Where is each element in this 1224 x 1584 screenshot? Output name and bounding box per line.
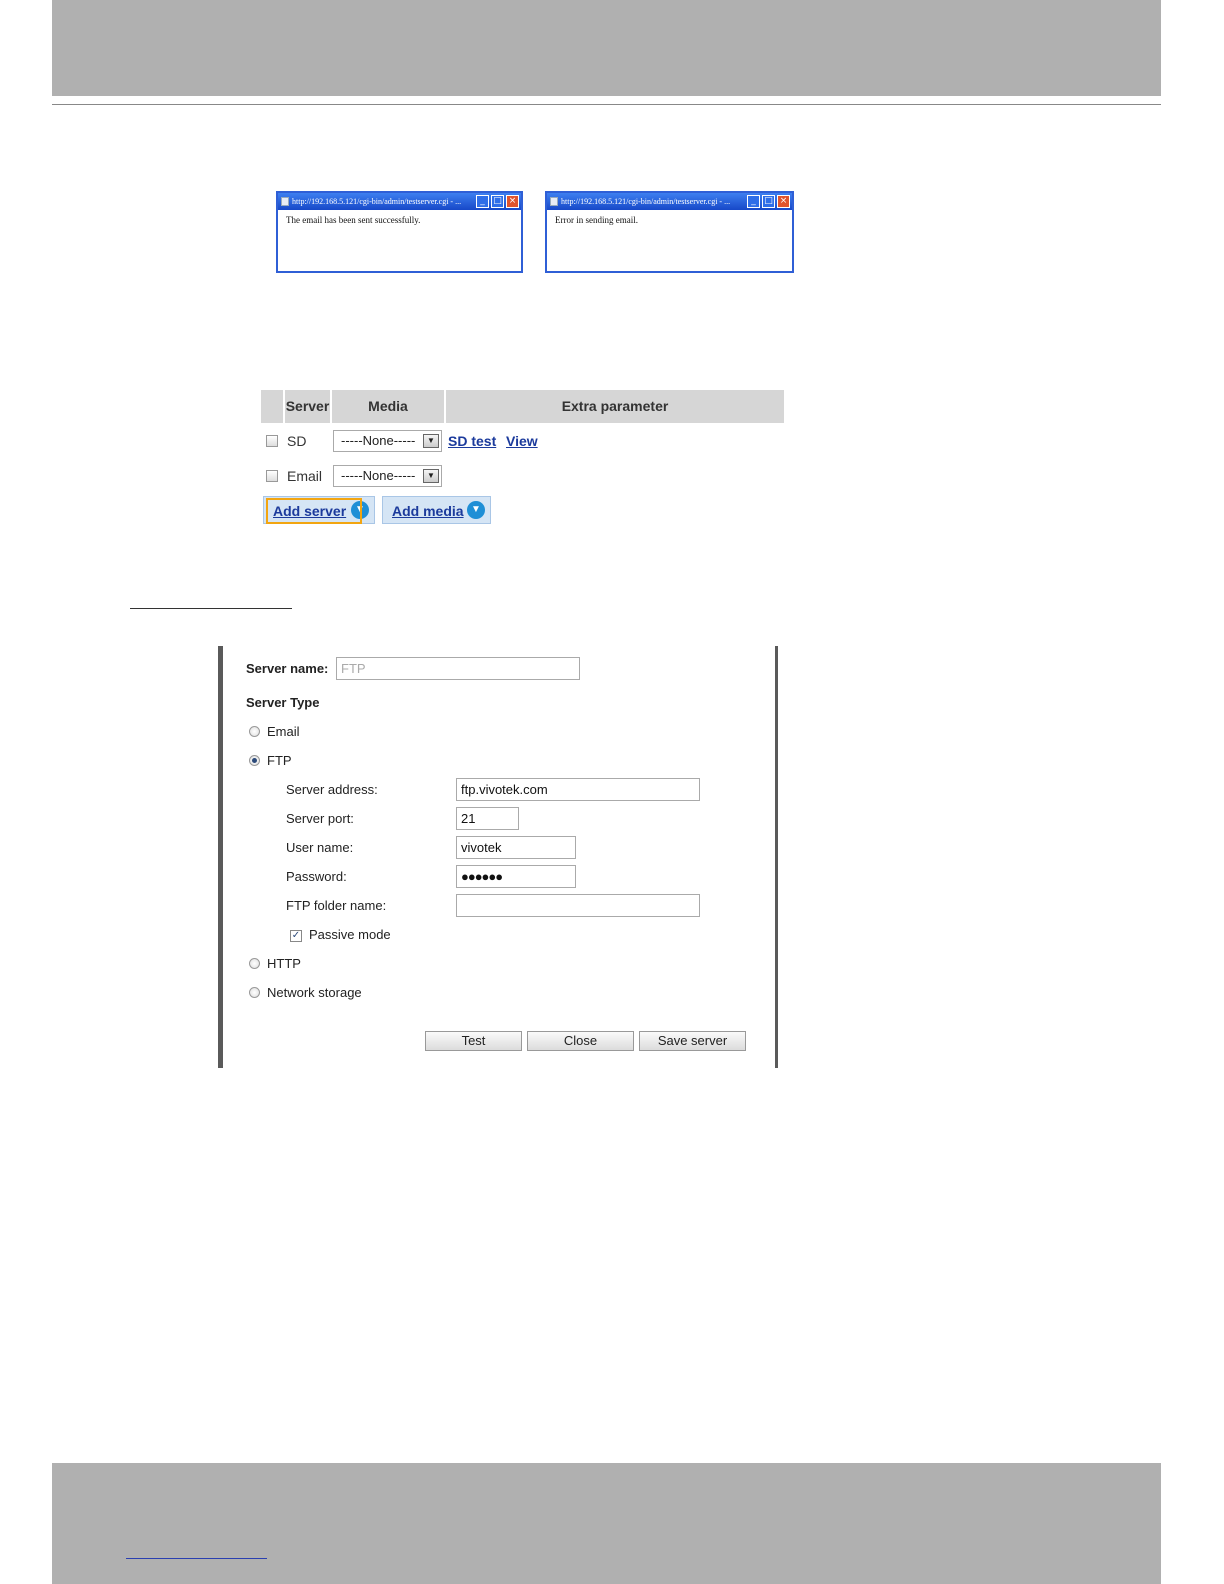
ftp-radio[interactable]	[249, 755, 260, 766]
email-radio[interactable]	[249, 726, 260, 737]
select-value: -----None-----	[341, 433, 416, 448]
header-rule	[52, 104, 1161, 105]
close-button[interactable]: Close	[527, 1031, 634, 1051]
passive-mode-label: Passive mode	[309, 927, 391, 942]
table-header: Server Media Extra parameter	[261, 390, 784, 423]
save-server-button[interactable]: Save server	[639, 1031, 746, 1051]
add-media-button[interactable]: Add media ▼	[382, 496, 491, 524]
popup-message: The email has been sent successfully.	[286, 215, 421, 225]
expand-down-icon: ▼	[467, 501, 485, 519]
server-table: Server Media Extra parameter	[261, 390, 784, 423]
header-band	[52, 0, 1161, 96]
user-name-label: User name:	[286, 840, 354, 855]
server-name-input[interactable]: FTP	[336, 657, 580, 680]
ftp-folder-input[interactable]	[456, 894, 700, 917]
http-radio-label: HTTP	[267, 956, 301, 971]
popup-title: http://192.168.5.121/cgi-bin/admin/tests…	[561, 197, 731, 206]
network-storage-radio-label: Network storage	[267, 985, 362, 1000]
server-name-label: Server name:	[246, 661, 329, 676]
close-icon[interactable]: ×	[506, 195, 519, 208]
http-radio[interactable]	[249, 958, 260, 969]
test-button[interactable]: Test	[425, 1031, 522, 1051]
email-radio-label: Email	[267, 724, 300, 739]
ftp-folder-label: FTP folder name:	[286, 898, 387, 913]
email-media-select[interactable]: -----None----- ▼	[333, 465, 442, 487]
view-link[interactable]: View	[506, 433, 538, 449]
passive-mode-checkbox[interactable]: ✓	[290, 930, 302, 942]
server-type-heading: Server Type	[246, 695, 320, 710]
user-name-input[interactable]: vivotek	[456, 836, 576, 859]
browser-icon	[281, 197, 289, 206]
section-heading-underline	[130, 608, 292, 609]
server-port-label: Server port:	[286, 811, 354, 826]
maximize-icon[interactable]: □	[762, 195, 775, 208]
server-settings-dialog: Server name: FTP Server Type Email FTP S…	[218, 646, 778, 1068]
password-label: Password:	[286, 869, 347, 884]
add-media-label: Add media	[392, 503, 464, 519]
chevron-down-icon[interactable]: ▼	[423, 434, 439, 448]
server-email-label: Email	[287, 468, 323, 484]
footer-link-underline[interactable]	[126, 1558, 267, 1559]
popup-titlebar[interactable]: http://192.168.5.121/cgi-bin/admin/tests…	[547, 193, 792, 210]
popup-title: http://192.168.5.121/cgi-bin/admin/tests…	[292, 197, 462, 206]
browser-icon	[550, 197, 558, 206]
focus-highlight	[266, 498, 362, 524]
network-storage-radio[interactable]	[249, 987, 260, 998]
server-port-input[interactable]: 21	[456, 807, 519, 830]
select-value: -----None-----	[341, 468, 416, 483]
test-success-popup: http://192.168.5.121/cgi-bin/admin/tests…	[276, 191, 523, 273]
header-media: Media	[368, 398, 408, 414]
sd-media-select[interactable]: -----None----- ▼	[333, 430, 442, 452]
dialog-left-border	[218, 646, 223, 1068]
popup-message: Error in sending email.	[555, 215, 638, 225]
server-address-label: Server address:	[286, 782, 378, 797]
header-extra-parameter: Extra parameter	[561, 398, 669, 414]
minimize-icon[interactable]: _	[747, 195, 760, 208]
minimize-icon[interactable]: _	[476, 195, 489, 208]
header-server: Server	[285, 398, 330, 414]
password-input[interactable]: ●●●●●●	[456, 865, 576, 888]
dialog-right-border	[775, 646, 778, 1068]
ftp-radio-label: FTP	[267, 753, 292, 768]
server-sd-label: SD	[287, 433, 307, 449]
test-error-popup: http://192.168.5.121/cgi-bin/admin/tests…	[545, 191, 794, 273]
maximize-icon[interactable]: □	[491, 195, 504, 208]
server-address-input[interactable]: ftp.vivotek.com	[456, 778, 700, 801]
chevron-down-icon[interactable]: ▼	[423, 469, 439, 483]
sd-test-link[interactable]: SD test	[448, 433, 496, 449]
close-icon[interactable]: ×	[777, 195, 790, 208]
footer-band	[52, 1463, 1161, 1584]
email-checkbox[interactable]	[266, 470, 278, 482]
popup-titlebar[interactable]: http://192.168.5.121/cgi-bin/admin/tests…	[278, 193, 521, 210]
sd-checkbox[interactable]	[266, 435, 278, 447]
